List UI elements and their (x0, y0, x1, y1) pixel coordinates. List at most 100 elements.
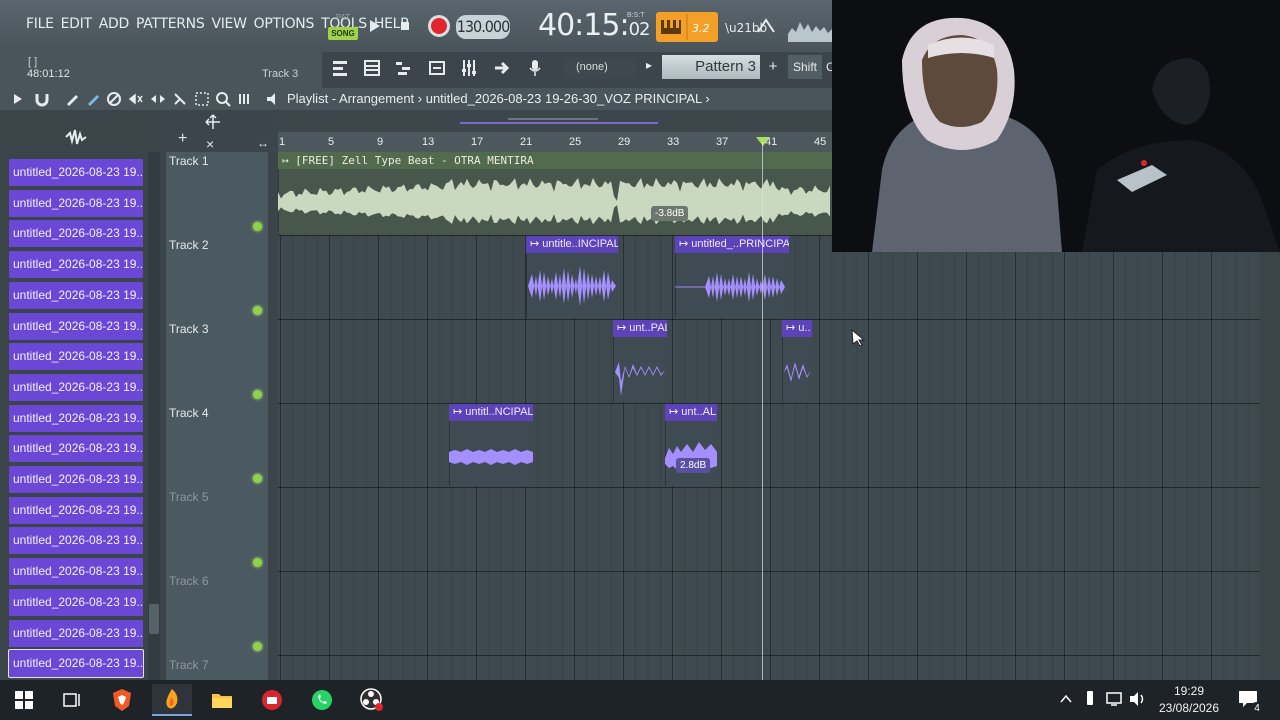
file-explorer-button[interactable] (202, 684, 242, 716)
browser-item[interactable]: untitled_2026-08-23 19... (9, 343, 143, 371)
track-mute-led[interactable] (253, 642, 262, 651)
record-button[interactable] (427, 14, 451, 38)
close-icon[interactable]: × (206, 136, 214, 152)
track-name[interactable]: Track 1 (169, 154, 209, 168)
start-button[interactable] (4, 684, 44, 716)
time-ruler[interactable] (278, 132, 832, 152)
paint-icon[interactable] (85, 91, 101, 112)
magnet-icon[interactable] (34, 91, 50, 112)
playhead-marker-icon[interactable] (756, 134, 770, 152)
menu-add[interactable]: ADD (99, 16, 130, 32)
browser-item[interactable]: untitled_2026-08-23 19... (9, 281, 143, 309)
audio-clip-beat[interactable]: ↦ [FREE] Zell Type Beat - OTRA MENTIRA (278, 152, 832, 235)
arrangement-overview[interactable] (278, 113, 832, 132)
waveform-icon[interactable] (64, 128, 88, 151)
browser-item[interactable]: untitled_2026-08-23 19... (9, 435, 143, 463)
browser-item[interactable]: untitled_2026-08-23 19... (8, 649, 144, 679)
move-icon[interactable] (204, 114, 222, 135)
audio-clip-t4a[interactable]: ↦ untitl..NCIPAL (449, 404, 533, 486)
pattern-select[interactable]: Pattern 3 (662, 55, 760, 79)
clip-title: ↦ untitled_..PRINCIPAL (675, 236, 789, 253)
zoom-icon[interactable] (215, 91, 231, 112)
browser-button[interactable] (423, 54, 451, 82)
playlist-view-button[interactable] (326, 54, 354, 82)
volume-icon[interactable] (1129, 691, 1147, 712)
audio-clip-t3a[interactable]: ↦ unt..PAL (613, 320, 667, 402)
shift-button[interactable]: Shift (788, 55, 822, 79)
slip-icon[interactable] (150, 91, 166, 112)
brave-browser-button[interactable] (102, 684, 142, 716)
track-name[interactable]: Track 4 (169, 406, 209, 420)
taskbar-clock[interactable]: 19:29 23/08/2026 (1150, 683, 1228, 717)
add-track-icon[interactable]: + (178, 130, 187, 148)
track-mute-led[interactable] (253, 474, 262, 483)
track-mute-led[interactable] (253, 222, 262, 231)
playback-icon[interactable] (237, 91, 253, 112)
playlist-play-icon[interactable] (12, 92, 24, 111)
mixer-button[interactable] (455, 54, 483, 82)
browser-item[interactable]: untitled_2026-08-23 19... (9, 373, 143, 401)
browser-item[interactable]: untitled_2026-08-23 19... (9, 189, 143, 217)
add-pattern-button[interactable]: + (764, 55, 782, 79)
browser-item[interactable]: untitled_2026-08-23 19... (9, 466, 143, 493)
microphone-button[interactable] (521, 54, 549, 82)
task-view-button[interactable] (52, 684, 92, 716)
browser-item[interactable]: untitled_2026-08-23 19... (9, 220, 143, 248)
speaker-icon[interactable] (265, 91, 281, 112)
resize-icon[interactable]: ↔ (257, 136, 269, 150)
audio-clip-t2b[interactable]: ↦ untitled_..PRINCIPAL (675, 236, 789, 318)
next-button[interactable] (488, 54, 516, 82)
browser-item[interactable]: untitled_2026-08-23 19... (9, 251, 143, 279)
track-name[interactable]: Track 3 (169, 322, 209, 336)
browser-item[interactable]: untitled_2026-08-23 19... (9, 496, 143, 524)
track-name[interactable]: Track 7 (169, 658, 209, 672)
piano-roll-button[interactable] (390, 54, 418, 82)
track-mute-led[interactable] (253, 558, 262, 567)
browser-item[interactable]: untitled_2026-08-23 19... (9, 558, 143, 586)
channel-select[interactable]: (none) (564, 57, 636, 79)
track-name[interactable]: Track 5 (169, 490, 209, 504)
slice-icon[interactable] (172, 91, 188, 112)
play-button[interactable] (362, 14, 386, 38)
browser-item[interactable]: untitled_2026-08-23 19... (9, 159, 143, 186)
pencil-icon[interactable] (64, 91, 80, 112)
tray-chevron-icon[interactable] (1060, 692, 1072, 710)
select-icon[interactable] (194, 91, 210, 112)
track-name[interactable]: Track 6 (169, 574, 209, 588)
audio-clip-t2a[interactable]: ↦ untitle..INCIPAL (526, 236, 618, 318)
menu-options[interactable]: OPTIONS (254, 16, 315, 32)
fl-studio-button[interactable] (152, 684, 192, 716)
browser-item[interactable]: untitled_2026-08-23 19... (9, 588, 143, 616)
tempo-display[interactable]: 130.000 (456, 15, 510, 39)
browser-scroll-thumb[interactable] (149, 604, 159, 634)
anydesk-button[interactable] (252, 684, 292, 716)
track-mute-led[interactable] (253, 390, 262, 399)
audio-clip-t3b[interactable]: ↦ u.. (782, 320, 812, 402)
browser-item[interactable]: untitled_2026-08-23 19... (9, 527, 143, 555)
audio-clip-t4b[interactable]: ↦ unt..AL (665, 404, 717, 486)
playlist-scrollbar[interactable] (1260, 252, 1280, 680)
snap-toggles[interactable]: 3.2 (656, 12, 718, 42)
menu-view[interactable]: VIEW (211, 16, 247, 32)
browser-item[interactable]: untitled_2026-08-23 19... (9, 312, 143, 340)
obs-button[interactable] (352, 684, 392, 716)
track-mute-led[interactable] (253, 306, 262, 315)
pattern-prev-arrow-icon[interactable]: ▸ (646, 58, 652, 72)
loop-record-toggles[interactable]: \u21bb (722, 12, 782, 42)
browser-item[interactable]: untitled_2026-08-23 19... (9, 619, 143, 647)
stop-button[interactable] (393, 14, 417, 38)
mute-icon[interactable] (128, 91, 144, 112)
menu-edit[interactable]: EDIT (61, 16, 92, 32)
track-scrollbar[interactable] (268, 152, 278, 680)
menu-patterns[interactable]: PATTERNS (136, 16, 205, 32)
browser-scrollbar[interactable] (148, 152, 160, 680)
delete-icon[interactable] (106, 91, 122, 112)
network-icon[interactable] (1105, 691, 1125, 712)
channel-rack-button[interactable] (358, 54, 386, 82)
track-name[interactable]: Track 2 (169, 238, 209, 252)
pat-song-toggle[interactable]: PAT SONG (328, 13, 358, 41)
whatsapp-button[interactable] (302, 684, 342, 716)
tray-usb-icon[interactable] (1085, 690, 1095, 711)
browser-item[interactable]: untitled_2026-08-23 19... (9, 404, 143, 432)
menu-file[interactable]: FILE (26, 16, 54, 32)
